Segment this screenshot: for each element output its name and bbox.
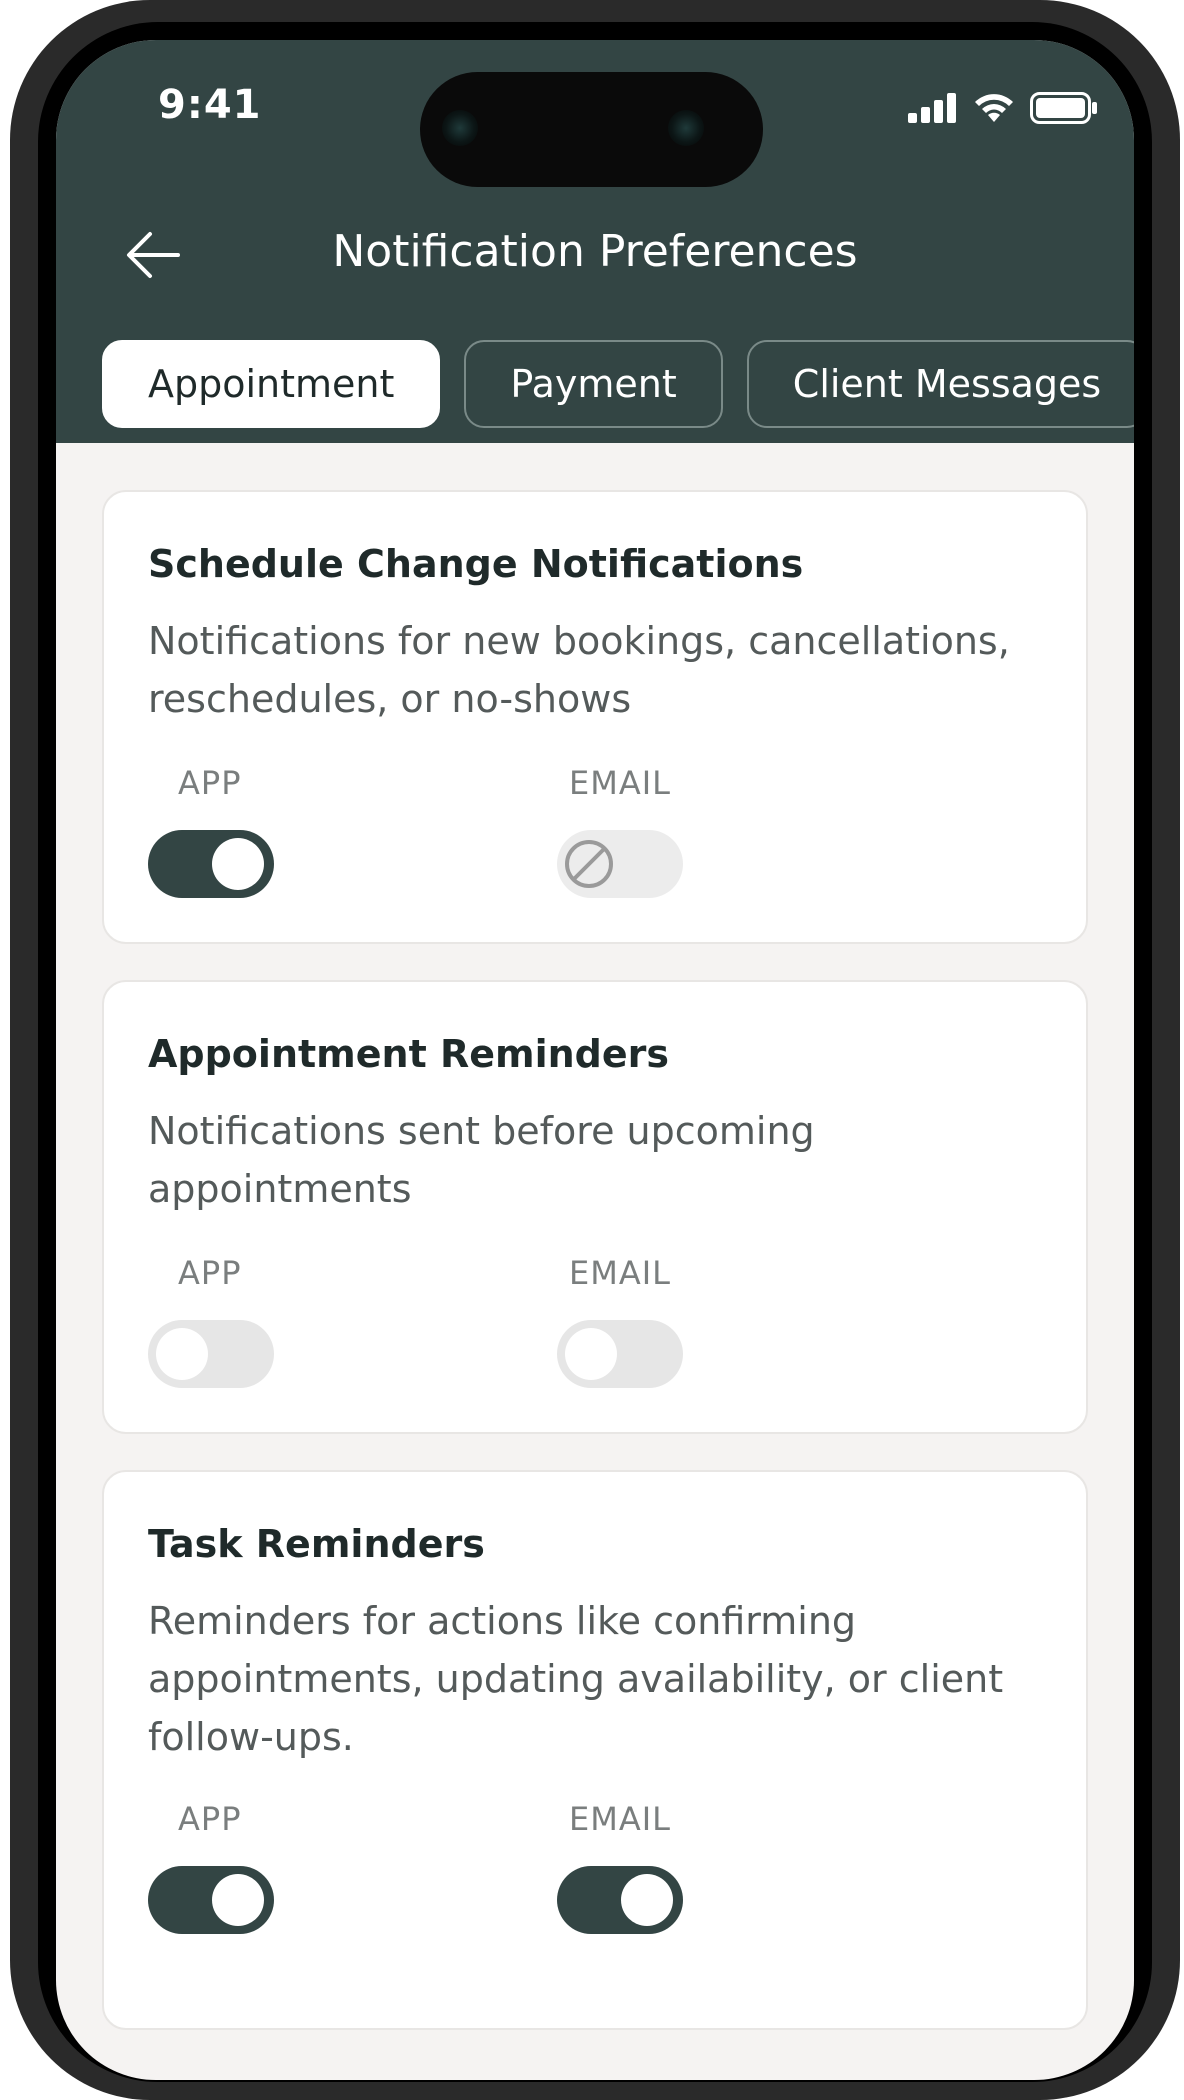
card-title: Schedule Change Notifications	[148, 542, 804, 586]
app-channel-label: APP	[178, 1800, 242, 1838]
app-toggle[interactable]	[148, 830, 274, 898]
card-task-reminders: Task Reminders Reminders for actions lik…	[102, 1470, 1088, 2030]
app-channel-label: APP	[178, 1254, 242, 1292]
header: 9:41 Notification Preferences Appointmen…	[56, 40, 1134, 443]
email-channel-label: EMAIL	[569, 1254, 671, 1292]
disabled-icon	[565, 840, 613, 888]
email-channel-label: EMAIL	[569, 764, 671, 802]
app-toggle[interactable]	[148, 1866, 274, 1934]
email-toggle[interactable]	[557, 1320, 683, 1388]
wifi-icon	[975, 94, 1013, 122]
card-title: Appointment Reminders	[148, 1032, 670, 1076]
tab-client-messages[interactable]: Client Messages	[746, 340, 1134, 428]
toggle-knob	[621, 1874, 673, 1926]
page-title: Notification Preferences	[332, 226, 858, 277]
toggle-knob	[565, 1328, 617, 1380]
card-title: Task Reminders	[148, 1522, 485, 1566]
status-icons	[908, 88, 1098, 128]
battery-icon	[1030, 92, 1097, 124]
tab-payment[interactable]: Payment	[464, 340, 723, 428]
email-toggle[interactable]	[557, 1866, 683, 1934]
card-description: Notifications for new bookings, cancella…	[148, 619, 1010, 721]
tab-appointment[interactable]: Appointment	[102, 340, 441, 428]
phone-bezel: 9:41 Notification Preferences Appointmen…	[38, 22, 1152, 2082]
nav-bar: Notification Preferences	[56, 220, 1134, 290]
tab-bar: Appointment Payment Client Messages	[102, 340, 1134, 428]
card-appointment-reminders: Appointment Reminders Notifications sent…	[102, 980, 1088, 1434]
screen: 9:41 Notification Preferences Appointmen…	[56, 40, 1134, 2080]
email-toggle-disabled	[557, 830, 683, 898]
toggle-knob	[212, 838, 264, 890]
toggle-knob	[156, 1328, 208, 1380]
status-time: 9:41	[158, 82, 262, 128]
app-channel-label: APP	[178, 764, 242, 802]
sensor-lens-icon	[668, 110, 704, 146]
email-channel-label: EMAIL	[569, 1800, 671, 1838]
card-description: Reminders for actions like confirming ap…	[148, 1599, 1004, 1759]
camera-lens-icon	[442, 110, 478, 146]
app-toggle[interactable]	[148, 1320, 274, 1388]
cellular-signal-icon	[908, 93, 956, 123]
dynamic-island	[420, 72, 763, 187]
toggle-knob	[212, 1874, 264, 1926]
card-schedule-change: Schedule Change Notifications Notificati…	[102, 490, 1088, 944]
phone-frame: 9:41 Notification Preferences Appointmen…	[10, 0, 1180, 2100]
card-description: Notifications sent before upcoming appoi…	[148, 1109, 815, 1211]
